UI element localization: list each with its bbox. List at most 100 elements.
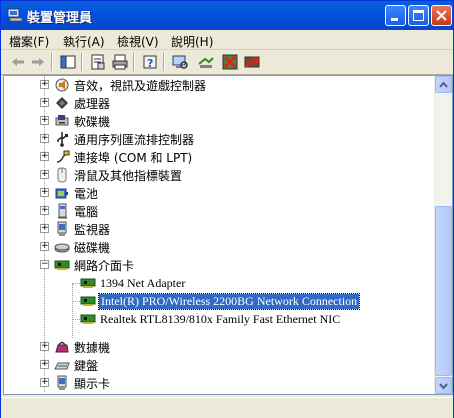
toolbar-separator <box>81 53 83 71</box>
display-adapter-icon <box>57 375 67 390</box>
monitor-icon <box>57 221 67 236</box>
scroll-thumb[interactable] <box>435 206 452 376</box>
expand-toggle[interactable]: + <box>40 224 49 233</box>
disk-drive-icon <box>54 243 70 253</box>
device-tree[interactable]: + 音效，視訊及遊戲控制器 + 處理器 + 軟碟機 + 通用序列匯流排控制器 + <box>4 76 434 394</box>
tree-item-processor[interactable]: + 處理器 <box>4 94 424 112</box>
tree-item-label: Realtek RTL8139/810x Family Fast Etherne… <box>100 312 341 326</box>
tree-item-ports[interactable]: + 連接埠 (COM 和 LPT) <box>4 148 424 166</box>
disable-icon[interactable] <box>243 53 261 71</box>
tree-item-monitor[interactable]: + 監視器 <box>4 220 424 238</box>
tree-item-label: 鍵盤 <box>74 359 99 373</box>
expand-toggle[interactable]: + <box>40 242 49 251</box>
battery-icon <box>55 188 68 199</box>
device-tree-panel: + 音效，視訊及遊戲控制器 + 處理器 + 軟碟機 + 通用序列匯流排控制器 + <box>3 75 453 395</box>
tree-item-label: 電腦 <box>74 205 99 219</box>
toolbar-separator <box>163 53 165 71</box>
port-icon <box>56 150 70 163</box>
expand-toggle[interactable]: + <box>40 360 49 369</box>
tree-item-label: 電池 <box>74 187 99 201</box>
tree-item-label: 音效，視訊及遊戲控制器 <box>74 79 207 93</box>
window-title: 裝置管理員 <box>27 11 93 26</box>
tree-item-label: 通用序列匯流排控制器 <box>74 133 195 147</box>
modem-icon <box>55 341 69 353</box>
menu-file[interactable]: 檔案(F) <box>9 33 49 50</box>
tree-item-keyboard[interactable]: + 鍵盤 <box>4 356 424 374</box>
keyboard-icon <box>54 362 70 370</box>
menu-bar: 檔案(F) 執行(A) 檢視(V) 說明(H) <box>1 30 453 50</box>
scroll-up-button[interactable] <box>435 76 452 93</box>
network-adapter-icon <box>54 260 70 270</box>
toolbar-separator <box>51 53 53 71</box>
tree-item-mouse[interactable]: + 滑鼠及其他指標裝置 <box>4 166 424 184</box>
tree-item-usb[interactable]: + 通用序列匯流排控制器 <box>4 130 424 148</box>
network-adapter-icon <box>80 314 96 324</box>
chevron-down-icon <box>439 383 448 390</box>
tree-item-battery[interactable]: + 電池 <box>4 184 424 202</box>
usb-icon <box>57 132 68 147</box>
console-tree-icon[interactable] <box>59 53 77 71</box>
tree-item-label: Intel(R) PRO/Wireless 2200BG Network Con… <box>97 293 361 310</box>
back-arrow-icon[interactable] <box>9 53 27 71</box>
sound-icon <box>55 78 69 92</box>
collapse-toggle[interactable]: − <box>40 260 49 269</box>
menu-view[interactable]: 檢視(V) <box>117 33 159 50</box>
mouse-icon <box>57 167 67 183</box>
floppy-drive-icon <box>55 115 69 126</box>
vertical-scrollbar[interactable] <box>434 76 452 394</box>
expand-toggle[interactable]: + <box>40 116 49 125</box>
maximize-button[interactable] <box>408 5 429 26</box>
expand-toggle[interactable]: + <box>40 98 49 107</box>
tree-item-label: 數據機 <box>74 341 111 355</box>
close-button[interactable] <box>431 5 452 26</box>
menu-help[interactable]: 說明(H) <box>171 33 213 50</box>
minimize-button[interactable] <box>385 5 406 26</box>
network-adapter-icon <box>80 296 96 306</box>
scroll-down-button[interactable] <box>435 377 452 394</box>
tree-item-disk[interactable]: + 磁碟機 <box>4 238 424 256</box>
maximize-icon <box>413 10 424 21</box>
network-adapter-icon <box>80 278 96 288</box>
tree-item-computer[interactable]: + 電腦 <box>4 202 424 220</box>
tree-item-label: 監視器 <box>74 223 111 237</box>
expand-toggle[interactable]: + <box>40 342 49 351</box>
tree-item-display[interactable]: + 顯示卡 <box>4 374 424 392</box>
tree-item-sound[interactable]: + 音效，視訊及遊戲控制器 <box>4 76 424 94</box>
expand-toggle[interactable]: + <box>40 378 49 387</box>
expand-toggle[interactable]: + <box>40 80 49 89</box>
tree-item-label: 顯示卡 <box>74 377 111 391</box>
properties-icon[interactable] <box>89 53 107 71</box>
tree-item-modem[interactable]: + 數據機 <box>4 338 424 356</box>
processor-icon <box>56 97 68 109</box>
status-bar <box>1 397 453 418</box>
title-bar[interactable]: 裝置管理員 <box>1 1 453 30</box>
tree-item-1394-adapter[interactable]: 1394 Net Adapter <box>4 274 424 292</box>
toolbar-separator <box>133 53 135 71</box>
device-manager-window: 裝置管理員 檔案(F) 執行(A) 檢視(V) 說明(H) ? + 音效，視訊及… <box>0 0 454 418</box>
tree-item-label: 連接埠 (COM 和 LPT) <box>74 151 193 165</box>
print-icon[interactable] <box>111 53 129 71</box>
expand-toggle[interactable]: + <box>40 170 49 179</box>
tree-item-label: 滑鼠及其他指標裝置 <box>74 169 183 183</box>
tree-item-floppy[interactable]: + 軟碟機 <box>4 112 424 130</box>
menu-action[interactable]: 執行(A) <box>63 33 105 50</box>
update-driver-icon[interactable] <box>197 53 215 71</box>
chevron-up-icon <box>439 81 448 88</box>
expand-toggle[interactable]: + <box>40 188 49 197</box>
tree-item-label: 1394 Net Adapter <box>100 276 186 290</box>
tree-item-intel-wireless[interactable]: Intel(R) PRO/Wireless 2200BG Network Con… <box>4 292 424 310</box>
tree-item-label: 網路介面卡 <box>74 259 135 273</box>
device-manager-icon <box>7 8 23 22</box>
close-icon <box>436 10 447 21</box>
expand-toggle[interactable]: + <box>40 206 49 215</box>
computer-icon <box>58 203 67 219</box>
expand-toggle[interactable]: + <box>40 134 49 143</box>
forward-arrow-icon[interactable] <box>29 53 47 71</box>
tree-item-network-adapters[interactable]: − 網路介面卡 <box>4 256 424 274</box>
expand-toggle[interactable]: + <box>40 152 49 161</box>
tree-item-realtek-nic[interactable]: Realtek RTL8139/810x Family Fast Etherne… <box>4 310 424 328</box>
minimize-icon <box>391 18 398 21</box>
help-icon[interactable]: ? <box>141 53 159 71</box>
uninstall-icon[interactable] <box>221 53 239 71</box>
scan-hardware-icon[interactable] <box>171 53 189 71</box>
